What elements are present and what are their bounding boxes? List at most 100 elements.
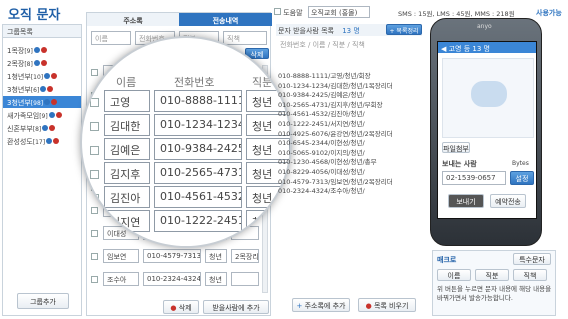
group-header: 그룹목록 — [3, 25, 81, 38]
lens-row: 김예은 010-9384-2425 청년 — [82, 138, 290, 162]
lens-row-phone: 010-9384-2425 — [154, 138, 242, 160]
lens-row-name: 김대한 — [104, 114, 150, 136]
phone-device: anyo ◀ 고영 등 13 명 파일첨부 보내는 사람 Bytes 02-15… — [430, 18, 542, 246]
lens-row-phone: 010-1222-2451 — [154, 210, 242, 232]
delete-icon[interactable] — [51, 99, 58, 105]
table-row[interactable]: 조수아 010-2324-4324 청년 — [91, 272, 259, 290]
macro-chip-title[interactable]: 직책 — [513, 269, 547, 281]
auto-checkbox[interactable]: 도움말 — [274, 8, 303, 18]
settings-icon[interactable] — [44, 99, 51, 105]
recipient-line: 010-1222-2451/서지연/청년/ — [278, 119, 365, 128]
settings-icon[interactable] — [46, 138, 53, 144]
recipient-line: 010-2565-4731/김지후/청년/부회장 — [278, 100, 383, 109]
group-item[interactable]: 환성성도[17] — [3, 135, 81, 147]
settings-icon[interactable] — [44, 73, 51, 79]
group-panel: 그룹목록 1목장[9] 2목장[8] 1청년부[10] 3청년부[6] 3청년부[98]… — [2, 24, 82, 316]
add-address-button[interactable]: + 주소록에 추가 — [292, 298, 350, 312]
special-chars-button[interactable]: 특수문자 — [513, 253, 551, 265]
sender-select[interactable]: 오직교회 (홍몰) — [308, 6, 370, 18]
group-item[interactable]: 3청년부[6] — [3, 83, 81, 95]
lens-row: 고영 010-8888-1111 청년 — [82, 90, 290, 114]
lens-col-role: 직분 — [252, 76, 273, 89]
attach-file-button[interactable]: 파일첨부 — [442, 142, 470, 153]
row-phone: 010-4579-7313 — [143, 249, 201, 263]
row-checkbox[interactable] — [91, 69, 98, 76]
search-name-input[interactable]: 이름 — [91, 31, 131, 45]
organize-list-button[interactable]: + 목록정리 — [386, 24, 422, 35]
macro-help: 위 버튼을 누르면 문자 내용에 해당 내용을 바꿔가면서 발송가능합니다. — [437, 285, 552, 302]
group-item[interactable]: 새가족모임[9] — [3, 109, 81, 121]
lens-row-checkbox — [90, 98, 99, 107]
settings-icon[interactable] — [40, 86, 47, 92]
row-name: 임보연 — [103, 249, 139, 263]
table-row[interactable]: 임보연 010-4579-7313 청년 2목장리더 — [91, 249, 259, 267]
delete-icon[interactable] — [40, 60, 47, 66]
search-title-input[interactable]: 직책 — [223, 31, 267, 45]
recipient-line: 010-1234-1234/김대한/청년/1목장리더 — [278, 81, 393, 90]
reserve-send-button[interactable]: 예약전송 — [490, 194, 526, 208]
recipients-panel: 도움말 오직교회 (홍몰) SMS : 15원, LMS : 45원, MMS … — [274, 4, 562, 316]
lens-row-checkbox — [90, 122, 99, 131]
group-item[interactable]: 1목장[9] — [3, 44, 81, 56]
lens-row-name: 김진아 — [104, 186, 150, 208]
row-phone: 010-2324-4324 — [143, 272, 201, 286]
recipient-count: 13 명 — [342, 27, 360, 35]
delete-icon[interactable] — [53, 138, 60, 144]
add-to-recipients-button[interactable]: 받을사람에 추가 — [203, 300, 269, 314]
recipient-list[interactable]: 010-8888-1111/고영/청년/회장 010-1234-1234/김대한/… — [278, 70, 420, 195]
delete-icon[interactable] — [40, 47, 47, 53]
recipient-line: 010-5065-9102/이지의/청년/ — [278, 148, 365, 157]
settings-icon[interactable] — [42, 125, 49, 131]
lens-row-name: 고영 — [104, 90, 150, 112]
send-button[interactable]: 보내기 — [448, 194, 484, 208]
add-group-button[interactable]: 그룹추가 — [17, 293, 69, 309]
clear-list-button[interactable]: ● 목록 비우기 — [358, 298, 416, 312]
tab-history[interactable]: 전송내역 — [179, 13, 272, 26]
lens-row-name: 서지연 — [104, 210, 150, 232]
group-item[interactable]: 1청년부[10] — [3, 70, 81, 82]
group-item[interactable]: 2목장[8] — [3, 57, 81, 69]
row-role: 청년 — [205, 272, 227, 286]
macro-chip-role[interactable]: 직분 — [475, 269, 509, 281]
delete-icon[interactable] — [49, 125, 56, 131]
row-checkbox[interactable] — [91, 253, 98, 260]
recipient-line: 010-4579-7313/임보연/청년/2목장리더 — [278, 177, 393, 186]
set-sender-button[interactable]: 설정 — [510, 171, 534, 185]
group-item[interactable]: 신혼부부[8] — [3, 122, 81, 134]
app-title: 오직 문자 — [8, 8, 61, 23]
settings-icon[interactable] — [33, 60, 40, 66]
lens-row-checkbox — [90, 194, 99, 203]
tab-address[interactable]: 주소록 — [87, 13, 179, 26]
lens-row-name: 김예은 — [104, 138, 150, 160]
sender-number-input[interactable]: 02-1539-0657 — [442, 171, 506, 185]
delete-icon[interactable] — [51, 73, 58, 79]
recipient-line: 010-4925-6076/윤강연/청년/2목장리더 — [278, 129, 393, 138]
recipient-line: 010-9384-2425/김예은/청년/ — [278, 91, 365, 100]
settings-icon[interactable] — [48, 112, 55, 118]
group-item[interactable]: 3청년부[98] — [3, 96, 81, 108]
recipient-line: 010-2324-4324/조수아/청년/ — [278, 187, 365, 196]
lens-row-checkbox — [90, 146, 99, 155]
sms-info: SMS : 15원, LMS : 45원, MMS : 218원 — [398, 10, 515, 18]
recipient-line: 010-8229-4056/이대성/청년/ — [278, 167, 365, 176]
delete-icon[interactable] — [47, 86, 54, 92]
recipient-columns: 전화번호 / 이름 / 직분 / 직책 — [280, 41, 365, 49]
lens-row: 김대한 010-1234-1234 청년 — [82, 114, 290, 138]
lens-col-phone: 전화번호 — [174, 76, 215, 89]
delete-button[interactable]: ● 삭제 — [163, 300, 199, 314]
message-area[interactable] — [442, 58, 534, 138]
lens-row-phone: 010-4561-4532 — [154, 186, 242, 208]
macro-chip-name[interactable]: 이름 — [437, 269, 471, 281]
lens-row-checkbox — [90, 218, 99, 227]
settings-icon[interactable] — [33, 47, 40, 53]
speech-bubble-icon — [471, 81, 507, 107]
delete-icon[interactable] — [55, 112, 62, 118]
lens-row: 김지후 010-2565-4731 청년 — [82, 162, 290, 186]
usage-link[interactable]: 사용가능 — [536, 8, 562, 18]
recipient-line: 010-1230-4568/이현성/청년/총무 — [278, 158, 377, 167]
row-checkbox[interactable] — [91, 276, 98, 283]
magnifier-lens: 이름 전화번호 직분 고영 010-8888-1111 청년 김대한 010-1234-… — [80, 36, 292, 248]
lens-row-name: 김지후 — [104, 162, 150, 184]
row-title: 2목장리더 — [231, 249, 259, 263]
row-title — [231, 272, 259, 286]
